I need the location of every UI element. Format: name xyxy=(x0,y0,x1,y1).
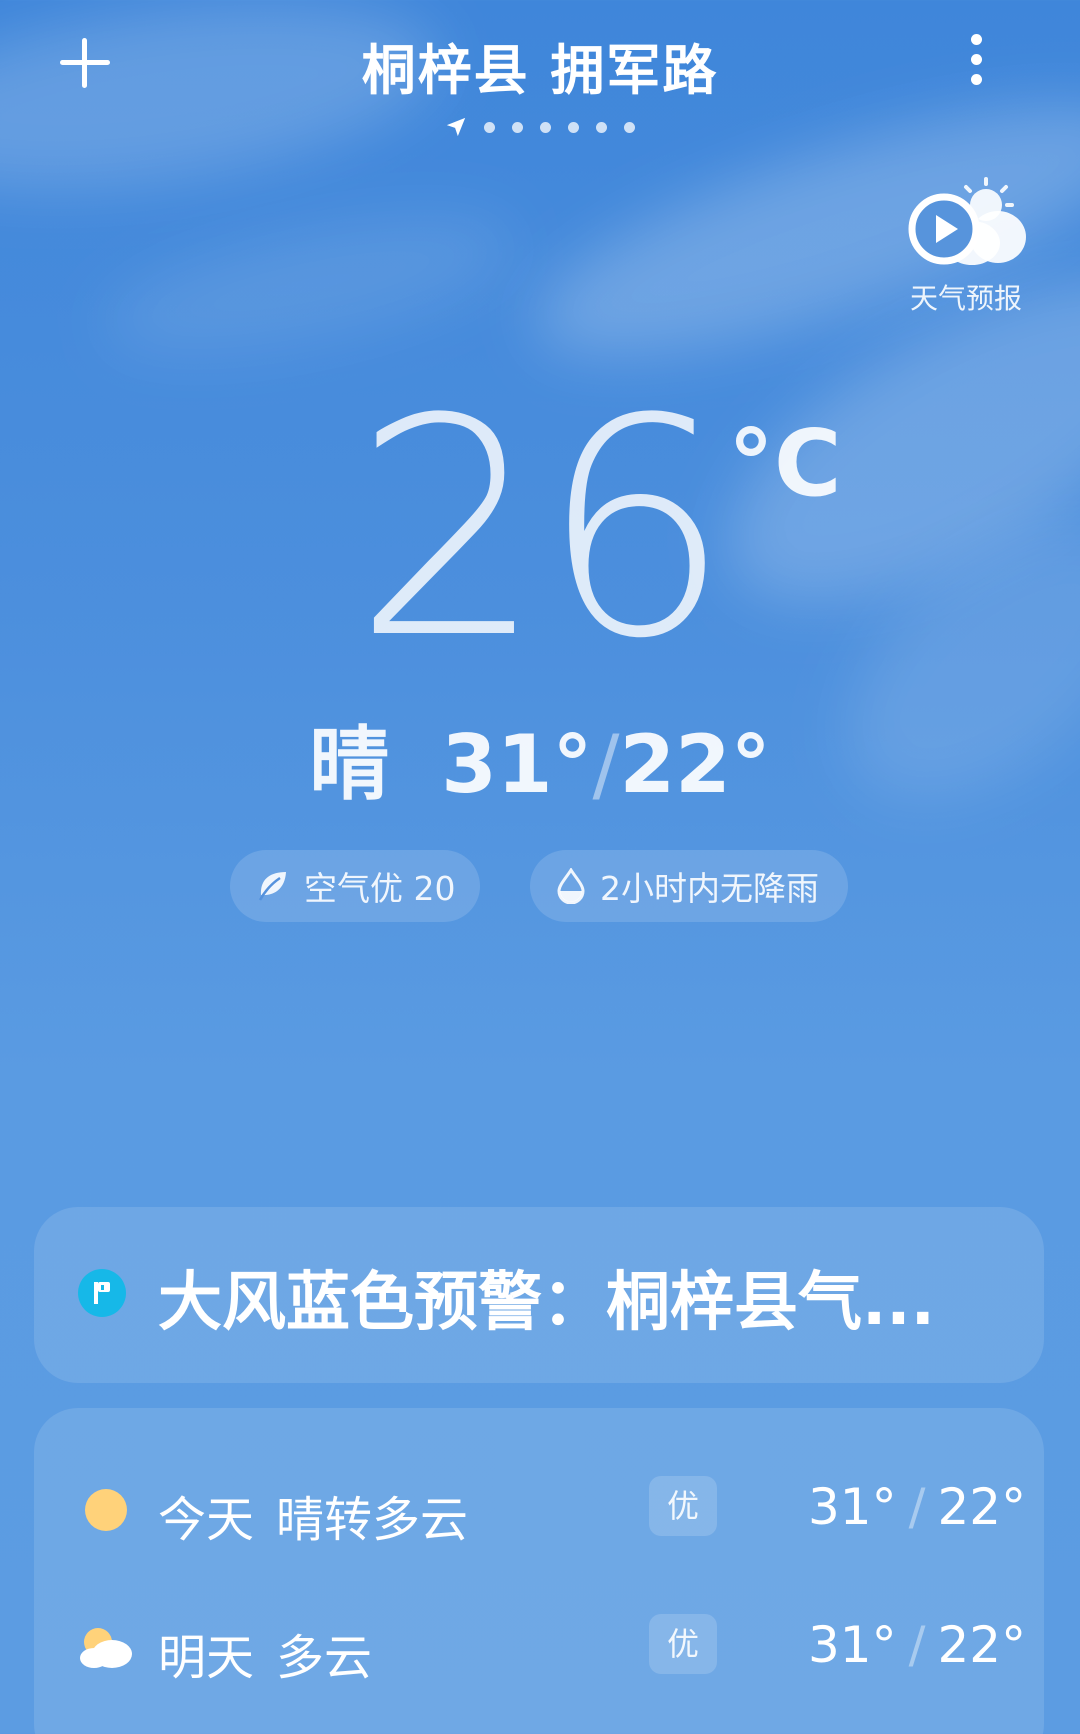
page-dot[interactable] xyxy=(568,121,579,133)
temp-separator: / xyxy=(908,1616,926,1674)
location-arrow-icon xyxy=(446,117,466,137)
day-high: 31° xyxy=(808,1478,897,1536)
air-quality-label: 空气优 20 xyxy=(304,869,456,908)
more-vertical-icon xyxy=(971,34,982,45)
low-temp: 22° xyxy=(619,718,771,811)
rain-forecast-label: 2小时内无降雨 xyxy=(600,869,819,908)
sun-icon xyxy=(85,1489,127,1531)
day-condition: 晴转多云 xyxy=(276,1492,469,1548)
temp-separator: / xyxy=(908,1478,926,1536)
day-label: 今天 xyxy=(158,1492,255,1548)
day-label: 明天 xyxy=(158,1630,255,1686)
weather-alert-card[interactable]: 大风蓝色预警：桐梓县气... xyxy=(34,1207,1044,1383)
forecast-video-label: 天气预报 xyxy=(909,282,1022,315)
weather-forecast-video-button[interactable]: 天气预报 xyxy=(896,175,1036,315)
water-drop-icon xyxy=(557,868,585,904)
aqi-badge: 优 xyxy=(649,1614,717,1674)
high-temp: 31° xyxy=(441,718,593,811)
warning-badge-icon xyxy=(78,1269,126,1317)
info-chips: 空气优 20 2小时内无降雨 xyxy=(0,850,1080,922)
city-title[interactable]: 桐梓县 拥军路 xyxy=(0,26,1080,105)
forecast-row-tomorrow[interactable]: 明天 多云 优 31°/22° xyxy=(34,1610,1044,1690)
more-options-button[interactable] xyxy=(962,32,992,88)
current-temperature: 26 °C xyxy=(0,355,1080,704)
day-low: 22° xyxy=(937,1616,1027,1674)
day-high: 31° xyxy=(808,1616,897,1674)
forecast-row-today[interactable]: 今天 晴转多云 优 31°/22° xyxy=(34,1472,1044,1552)
current-condition: 晴 xyxy=(309,718,390,811)
daily-forecast-card: 今天 晴转多云 优 31°/22° 明天 多云 优 31°/22° xyxy=(34,1408,1044,1734)
page-dot[interactable] xyxy=(512,121,523,133)
page-dot[interactable] xyxy=(624,121,635,133)
aqi-badge: 优 xyxy=(649,1476,717,1536)
condition-line: 晴 31°/22° xyxy=(0,700,1080,816)
cloudy-icon xyxy=(80,1628,132,1668)
page-dot[interactable] xyxy=(484,121,495,133)
temp-separator: / xyxy=(592,718,620,811)
temperature-value: 26 xyxy=(353,355,731,704)
play-cloud-sun-icon xyxy=(908,177,1026,265)
day-temperature-range: 31°/22° xyxy=(808,1478,1026,1536)
day-condition: 多云 xyxy=(276,1630,373,1686)
alert-text: 大风蓝色预警：桐梓县气... xyxy=(158,1266,935,1340)
more-vertical-icon xyxy=(971,54,982,65)
top-bar: 桐梓县 拥军路 xyxy=(0,0,1080,140)
page-indicator xyxy=(0,116,1080,138)
day-temperature-range: 31°/22° xyxy=(808,1616,1026,1674)
air-quality-chip[interactable]: 空气优 20 xyxy=(230,850,480,922)
rain-forecast-chip[interactable]: 2小时内无降雨 xyxy=(530,850,848,922)
leaf-icon xyxy=(258,872,286,901)
temperature-unit: °C xyxy=(728,410,842,517)
page-dot[interactable] xyxy=(596,121,607,133)
day-low: 22° xyxy=(937,1478,1027,1536)
page-dot[interactable] xyxy=(540,121,551,133)
more-vertical-icon xyxy=(971,74,982,85)
